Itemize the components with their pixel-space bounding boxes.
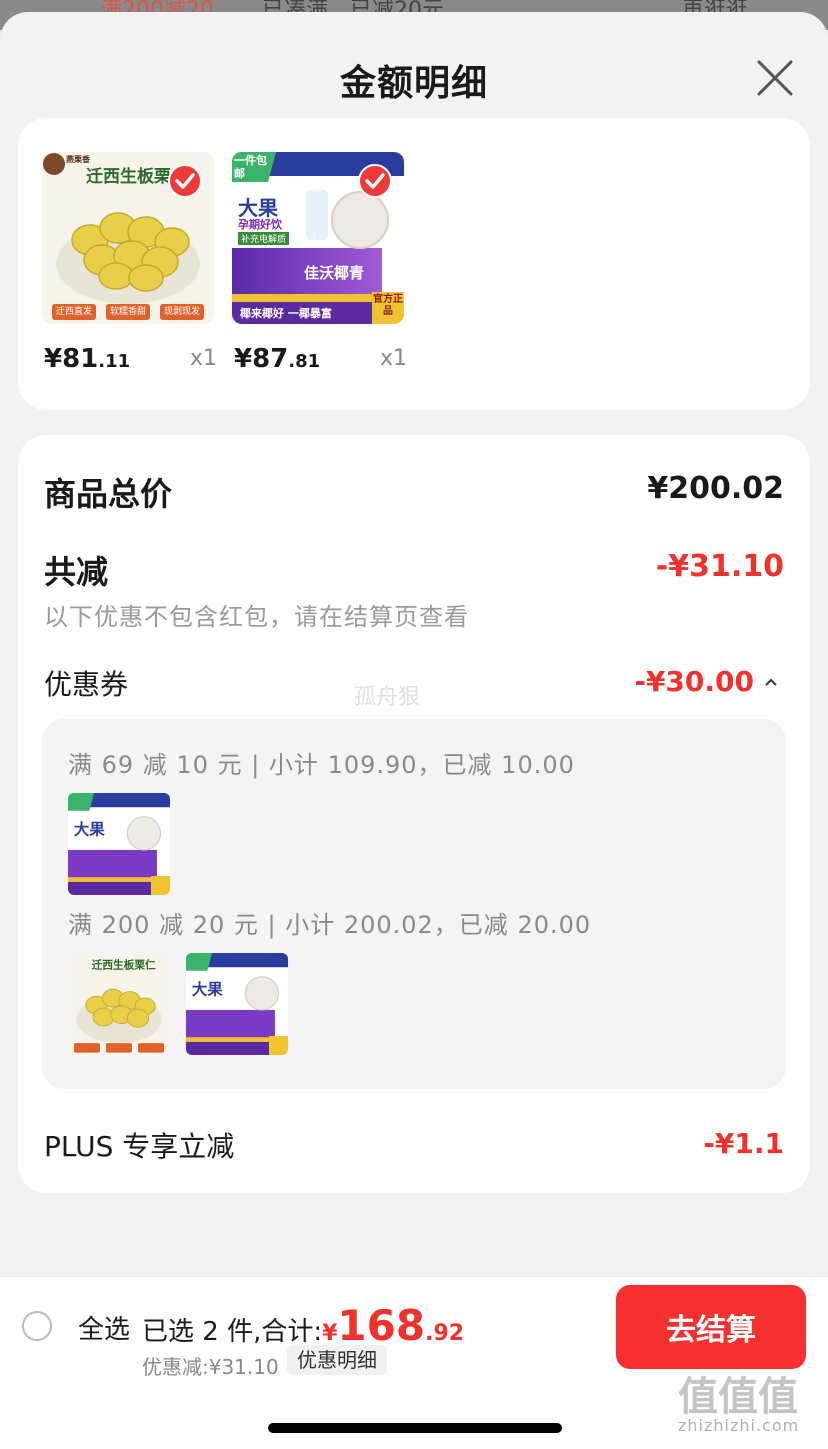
chevron-up-icon[interactable] <box>764 671 778 692</box>
coupon-rule-line: 满 200 减 20 元 | 小计 200.02，已减 20.00 <box>68 911 592 939</box>
price-breakdown-card: 商品总价 ¥200.02 共减 -¥31.10 以下优惠不包含红包，请在结算页查… <box>18 435 810 1193</box>
selected-products-card: 燕栗香 迁西生板栗仁 迁西直发 软糯香甜 现剥现发 ¥81.11 x1 一件包邮… <box>18 118 810 410</box>
coupon-product-image-coconut: 大果 <box>186 953 288 1055</box>
discount-detail-button[interactable]: 优惠明细 <box>287 1345 387 1375</box>
svg-text:迁西生板栗仁: 迁西生板栗仁 <box>92 958 156 971</box>
checked-icon[interactable] <box>168 164 202 198</box>
plus-discount-value: -¥1.1 <box>703 1127 784 1160</box>
price-integer: ¥87 <box>234 344 289 374</box>
product-price: ¥87.81 <box>234 344 320 374</box>
total-price-value: ¥200.02 <box>647 471 784 506</box>
total-price-label: 商品总价 <box>44 475 173 513</box>
product-tag: 现剥现发 <box>163 307 200 317</box>
select-all-radio[interactable] <box>22 1311 52 1341</box>
summary-prefix: 已选 2 件,合计: <box>142 1317 323 1347</box>
product-name-text: 佳沃椰青 <box>304 264 365 282</box>
product-quantity: x1 <box>190 346 218 371</box>
svg-text:大果: 大果 <box>74 820 105 839</box>
coupon-product-image-chestnut: 迁西生板栗仁 <box>68 953 170 1055</box>
price-decimal: .11 <box>98 351 131 372</box>
price-decimal: .81 <box>288 351 321 372</box>
product-footer-text: 椰来椰好 一椰暴富 <box>240 307 332 320</box>
product-tagline-text: 孕期好饮 <box>238 218 282 231</box>
official-badge-text: 官方正品 <box>373 294 403 317</box>
watermark-text: 孤舟狠 <box>354 685 421 710</box>
product-subline-text: 补充电解质 <box>238 232 290 245</box>
coupon-product-image-coconut: 大果 <box>68 793 170 895</box>
summary-total-integer: 168 <box>337 1301 426 1350</box>
price-integer: ¥81 <box>44 344 99 374</box>
coupon-label: 优惠券 <box>44 668 129 701</box>
summary-total-decimal: .92 <box>425 1321 465 1346</box>
site-watermark-logo: 值值值 <box>678 1374 798 1420</box>
red-packet-note: 以下优惠不包含红包，请在结算页查看 <box>44 603 469 631</box>
product-price: ¥81.11 <box>44 344 130 374</box>
product-tag: 软糯香甜 <box>109 307 146 317</box>
total-reduction-value: -¥31.10 <box>655 549 784 584</box>
coupon-value[interactable]: -¥30.00 <box>634 665 754 698</box>
order-summary: 已选 2 件,合计:¥168.92 <box>142 1301 464 1350</box>
sheet-title: 金额明细 <box>339 63 488 104</box>
coupon-detail-panel: 满 69 减 10 元 | 小计 109.90，已减 10.00 大果 满 20… <box>42 719 786 1089</box>
home-indicator <box>268 1423 562 1433</box>
site-watermark: 值值值 zhizhizhi.com <box>678 1364 824 1442</box>
summary-currency: ¥ <box>322 1321 338 1346</box>
checkout-button[interactable]: 去结算 <box>616 1285 806 1369</box>
product-quantity: x1 <box>380 346 408 371</box>
total-reduction-label: 共减 <box>44 553 109 591</box>
plus-discount-label: PLUS 专享立减 <box>44 1130 235 1163</box>
select-all-label[interactable]: 全选 <box>78 1309 130 1346</box>
site-watermark-url: zhizhizhi.com <box>678 1416 800 1435</box>
coupon-rule-line: 满 69 减 10 元 | 小计 109.90，已减 10.00 <box>68 751 575 779</box>
close-icon[interactable] <box>755 58 795 98</box>
product-tag: 迁西直发 <box>55 307 92 317</box>
discount-amount-text: 优惠减:¥31.10 <box>142 1355 279 1379</box>
product-banner-text: 一件包邮 <box>234 154 267 180</box>
checked-icon[interactable] <box>358 164 392 198</box>
svg-text:大果: 大果 <box>192 980 223 999</box>
